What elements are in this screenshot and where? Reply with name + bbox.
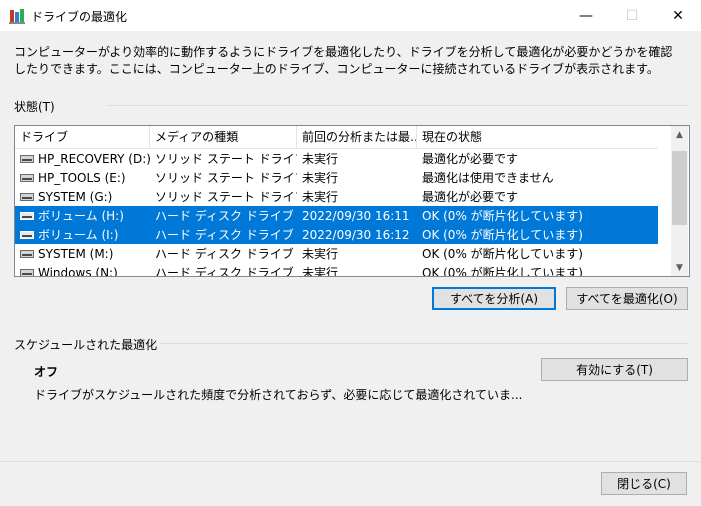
media-type-cell: ハード ディスク ドライブ xyxy=(155,266,294,277)
drive-name: SYSTEM (M:) xyxy=(38,246,114,261)
drive-row[interactable]: SYSTEM (M:) ハード ディスク ドライブ 未実行 OK (0% が断片化して… xyxy=(15,244,658,263)
drive-cell: SYSTEM (M:) xyxy=(15,247,150,261)
column-header-last-run[interactable]: 前回の分析または最… xyxy=(297,126,417,148)
drive-row[interactable]: SYSTEM (G:) ソリッド ステート ドライブ 未実行 最適化が必要です xyxy=(15,187,658,206)
drive-name: HP_TOOLS (E:) xyxy=(38,170,126,185)
media-type-cell: ハード ディスク ドライブ xyxy=(155,209,294,223)
drive-name: ボリューム (H:) xyxy=(38,209,124,223)
current-status-cell: 最適化が必要です xyxy=(422,152,519,166)
drive-row[interactable]: HP_RECOVERY (D:) ソリッド ステート ドライブ 未実行 最適化が必要で… xyxy=(15,149,658,168)
close-button[interactable]: 閉じる(C) xyxy=(601,472,687,495)
column-header-current-status[interactable]: 現在の状態 xyxy=(417,126,658,148)
hard-drive-icon xyxy=(20,173,34,182)
last-run-cell: 2022/09/30 16:12 xyxy=(302,227,410,242)
drive-name: SYSTEM (G:) xyxy=(38,189,113,204)
current-status-cell: OK (0% が断片化しています) xyxy=(422,266,583,277)
hard-drive-icon xyxy=(20,154,34,163)
window-title: ドライブの最適化 xyxy=(31,10,128,24)
drive-row[interactable]: HP_TOOLS (E:) ソリッド ステート ドライブ 未実行 最適化は使用できませ… xyxy=(15,168,658,187)
hard-drive-icon xyxy=(20,268,34,276)
scroll-up-arrow-icon[interactable]: ▲ xyxy=(671,126,688,143)
current-status-cell: OK (0% が断片化しています) xyxy=(422,228,583,242)
description-text: コンピューターがより効率的に動作するようにドライブを最適化したり、ドライブを分析… xyxy=(14,45,673,76)
scroll-thumb[interactable] xyxy=(672,151,687,225)
hard-drive-icon xyxy=(20,230,34,239)
drive-cell: HP_TOOLS (E:) xyxy=(15,171,150,185)
current-status-cell: 最適化は使用できません xyxy=(422,171,554,185)
dialog-footer: 閉じる(C) xyxy=(0,461,701,506)
last-run-cell: 未実行 xyxy=(302,247,339,261)
current-status-cell: OK (0% が断片化しています) xyxy=(422,209,583,223)
schedule-description: ドライブがスケジュールされた頻度で分析されておらず、必要に応じて最適化されていま… xyxy=(34,388,523,402)
maximize-button[interactable]: ☐ xyxy=(609,0,655,31)
drive-row[interactable]: Windows (N:) ハード ディスク ドライブ 未実行 OK (0% が断片化し… xyxy=(15,263,658,277)
drive-name: ボリューム (I:) xyxy=(38,228,119,242)
analyze-all-button[interactable]: すべてを分析(A) xyxy=(432,287,556,310)
media-type-cell: ソリッド ステート ドライブ xyxy=(155,152,297,166)
schedule-separator xyxy=(160,343,688,344)
drive-row[interactable]: ボリューム (H:) ハード ディスク ドライブ 2022/09/30 16:11 O… xyxy=(15,206,658,225)
status-label: 状態(T) xyxy=(14,100,55,114)
dialog-body: コンピューターがより効率的に動作するようにドライブを最適化したり、ドライブを分析… xyxy=(0,31,701,461)
last-run-cell: 未実行 xyxy=(302,266,339,277)
close-window-button[interactable]: ✕ xyxy=(655,0,701,31)
drive-cell: Windows (N:) xyxy=(15,265,150,277)
optimize-all-button[interactable]: すべてを最適化(O) xyxy=(566,287,688,310)
current-status-cell: OK (0% が断片化しています) xyxy=(422,247,583,261)
schedule-label: スケジュールされた最適化 xyxy=(14,338,158,352)
column-header-media-type[interactable]: メディアの種類 xyxy=(150,126,297,148)
drive-rows: HP_RECOVERY (D:) ソリッド ステート ドライブ 未実行 最適化が必要で… xyxy=(15,149,658,277)
hard-drive-icon xyxy=(20,192,34,201)
last-run-cell: 未実行 xyxy=(302,190,339,204)
last-run-cell: 未実行 xyxy=(302,171,339,185)
last-run-cell: 未実行 xyxy=(302,152,339,166)
media-type-cell: ハード ディスク ドライブ xyxy=(155,247,294,261)
drive-cell: ボリューム (H:) xyxy=(15,207,150,224)
drive-cell: ボリューム (I:) xyxy=(15,226,150,243)
drive-row[interactable]: ボリューム (I:) ハード ディスク ドライブ 2022/09/30 16:12 O… xyxy=(15,225,658,244)
media-type-cell: ソリッド ステート ドライブ xyxy=(155,190,297,204)
drive-list[interactable]: ドライブ メディアの種類 前回の分析または最… 現在の状態 HP_RECOVER… xyxy=(14,125,690,277)
last-run-cell: 2022/09/30 16:11 xyxy=(302,208,410,223)
scroll-down-arrow-icon[interactable]: ▼ xyxy=(671,259,688,276)
drive-cell: SYSTEM (G:) xyxy=(15,190,150,204)
status-separator xyxy=(107,105,688,106)
minimize-button[interactable]: — xyxy=(563,0,609,31)
title-bar: ドライブの最適化 — ☐ ✕ xyxy=(0,0,701,31)
drive-name: HP_RECOVERY (D:) xyxy=(38,151,150,166)
drive-cell: HP_RECOVERY (D:) xyxy=(15,152,150,166)
drive-name: Windows (N:) xyxy=(38,265,118,277)
current-status-cell: 最適化が必要です xyxy=(422,190,519,204)
defrag-app-icon xyxy=(9,9,25,24)
media-type-cell: ソリッド ステート ドライブ xyxy=(155,171,297,185)
media-type-cell: ハード ディスク ドライブ xyxy=(155,228,294,242)
enable-schedule-button[interactable]: 有効にする(T) xyxy=(541,358,688,381)
hard-drive-icon xyxy=(20,249,34,258)
vertical-scrollbar[interactable]: ▲ ▼ xyxy=(671,126,688,276)
drive-list-header: ドライブ メディアの種類 前回の分析または最… 現在の状態 xyxy=(15,126,658,149)
schedule-status: オフ xyxy=(34,365,59,379)
hard-drive-icon xyxy=(20,211,34,220)
column-header-drive[interactable]: ドライブ xyxy=(15,126,150,148)
